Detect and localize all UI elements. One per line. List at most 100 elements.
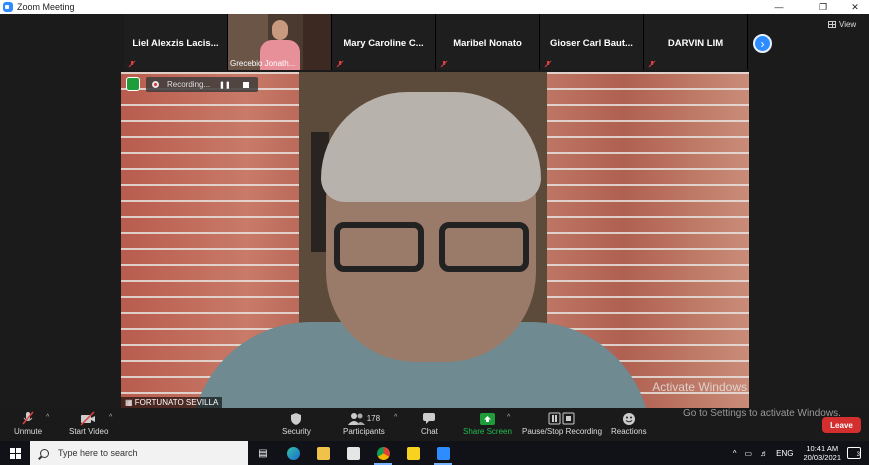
participant-name: Grecebio Jonath... [230, 59, 296, 68]
search-icon [40, 448, 49, 458]
shield-icon[interactable] [126, 77, 140, 91]
taskbar-search[interactable]: Type here to search [30, 441, 248, 465]
system-tray: ^ ▭ ♬ ENG 10:41 AM 20/03/2021 3 [729, 441, 869, 465]
store-button[interactable] [338, 441, 368, 465]
sticky-notes-button[interactable] [398, 441, 428, 465]
unmute-label: Unmute [14, 427, 43, 436]
next-participants-button[interactable]: › [753, 34, 772, 53]
leave-button[interactable]: Leave [822, 417, 861, 433]
participants-options-chevron-icon[interactable]: ^ [394, 414, 397, 421]
unmute-button[interactable]: Unmute [14, 410, 42, 436]
muted-mic-icon [336, 60, 344, 68]
volume-icon[interactable]: ♬ [760, 449, 768, 458]
search-placeholder: Type here to search [58, 448, 138, 458]
notification-icon[interactable]: 3 [847, 447, 861, 459]
speaker-glasses [334, 222, 424, 272]
chat-label: Chat [421, 427, 438, 436]
chat-icon [422, 410, 436, 427]
participants-count: 178 [366, 414, 381, 423]
muted-mic-icon [440, 60, 448, 68]
video-off-icon [80, 410, 97, 427]
participant-tile[interactable]: Maribel Nonato [436, 14, 540, 70]
participants-button[interactable]: 178 Participants [343, 410, 385, 436]
store-icon [346, 446, 360, 460]
task-view-button[interactable]: ▤ [248, 441, 278, 465]
chrome-button[interactable] [368, 441, 398, 465]
muted-mic-icon [648, 60, 656, 68]
activate-windows-hint: Go to Settings to activate Windows. [683, 408, 841, 419]
participant-video-face [272, 20, 288, 40]
speaker-name-text: FORTUNATO SEVILLA [134, 398, 219, 407]
participant-name: Liel Alexzis Lacis... [132, 38, 219, 49]
participant-tile[interactable]: Gioser Carl Baut... [540, 14, 644, 70]
security-label: Security [282, 427, 311, 436]
window-title: Zoom Meeting [17, 2, 75, 12]
security-button[interactable]: Security [282, 410, 311, 436]
record-dot-icon [152, 81, 159, 88]
participant-name: Gioser Carl Baut... [550, 38, 633, 49]
minimize-button[interactable]: — [767, 0, 791, 14]
share-screen-label: Share Screen [463, 427, 512, 436]
share-screen-button[interactable]: Share Screen [463, 410, 512, 436]
zoom-logo-icon [3, 2, 13, 12]
activate-windows-watermark: Activate Windows [652, 380, 747, 394]
pause-stop-icon [548, 410, 576, 427]
reactions-button[interactable]: Reactions [611, 410, 647, 436]
audio-options-chevron-icon[interactable]: ^ [46, 414, 49, 421]
share-screen-icon [479, 410, 495, 427]
participant-tile[interactable]: DARVIN LIM [644, 14, 748, 70]
pause-stop-recording-button[interactable]: Pause/Stop Recording [522, 410, 602, 436]
start-button[interactable] [0, 441, 30, 465]
close-button[interactable]: ✕ [843, 0, 867, 14]
participants-label: Participants [343, 427, 385, 436]
active-speaker-video: Recording... ❚❚ Activate Windows ▦ FORTU… [121, 72, 749, 408]
reactions-label: Reactions [611, 427, 647, 436]
participant-name: Mary Caroline C... [343, 38, 424, 49]
stop-icon[interactable] [242, 81, 249, 88]
sticky-notes-icon [406, 446, 420, 460]
pause-icon[interactable]: ❚❚ [219, 81, 231, 89]
task-view-icon: ▤ [258, 447, 268, 459]
participant-strip: Liel Alexzis Lacis... Grecebio Jonath...… [124, 14, 748, 70]
muted-mic-icon [544, 60, 552, 68]
zoom-taskbar-button[interactable] [428, 441, 458, 465]
tray-expand-icon[interactable]: ^ [733, 449, 737, 458]
windows-logo-icon [9, 447, 21, 459]
view-label: View [839, 20, 857, 29]
view-button[interactable]: View [828, 20, 856, 29]
participant-name: Maribel Nonato [453, 38, 522, 49]
pause-stop-label: Pause/Stop Recording [522, 427, 603, 436]
participant-tile[interactable]: Mary Caroline C... [332, 14, 436, 70]
smiley-icon [622, 410, 636, 427]
clock[interactable]: 10:41 AM 20/03/2021 [803, 444, 841, 462]
participants-icon: 178 [347, 410, 381, 427]
title-bar: Zoom Meeting — ❐ ✕ [0, 0, 869, 14]
speaker-name: ▦ FORTUNATO SEVILLA [121, 397, 223, 408]
recording-status: Recording... [167, 80, 211, 89]
participant-tile[interactable]: Liel Alexzis Lacis... [124, 14, 228, 70]
zoom-window: Zoom Meeting — ❐ ✕ Liel Alexzis Lacis...… [0, 0, 869, 465]
chevron-right-icon: › [760, 36, 765, 51]
video-options-chevron-icon[interactable]: ^ [109, 414, 112, 421]
signal-icon: ▦ [125, 398, 135, 407]
meeting-area: Liel Alexzis Lacis... Grecebio Jonath...… [0, 14, 869, 408]
file-explorer-button[interactable] [308, 441, 338, 465]
clock-date: 20/03/2021 [803, 453, 841, 462]
edge-icon [286, 446, 300, 460]
folder-icon [316, 446, 330, 460]
chat-button[interactable]: Chat [421, 410, 438, 436]
language-indicator[interactable]: ENG [776, 449, 793, 458]
network-icon[interactable]: ▭ [745, 449, 753, 458]
notification-count: 3 [856, 452, 860, 458]
start-video-button[interactable]: Start Video [69, 410, 108, 436]
muted-mic-icon [128, 60, 136, 68]
share-options-chevron-icon[interactable]: ^ [507, 414, 510, 421]
participant-tile-video[interactable]: Grecebio Jonath... [228, 14, 332, 70]
restore-button[interactable]: ❐ [811, 0, 835, 14]
zoom-icon [436, 446, 450, 460]
clock-time: 10:41 AM [806, 444, 839, 453]
edge-button[interactable] [278, 441, 308, 465]
recording-indicator: Recording... ❚❚ [146, 77, 258, 92]
grid-view-icon [828, 21, 836, 28]
shield-icon [290, 410, 302, 427]
